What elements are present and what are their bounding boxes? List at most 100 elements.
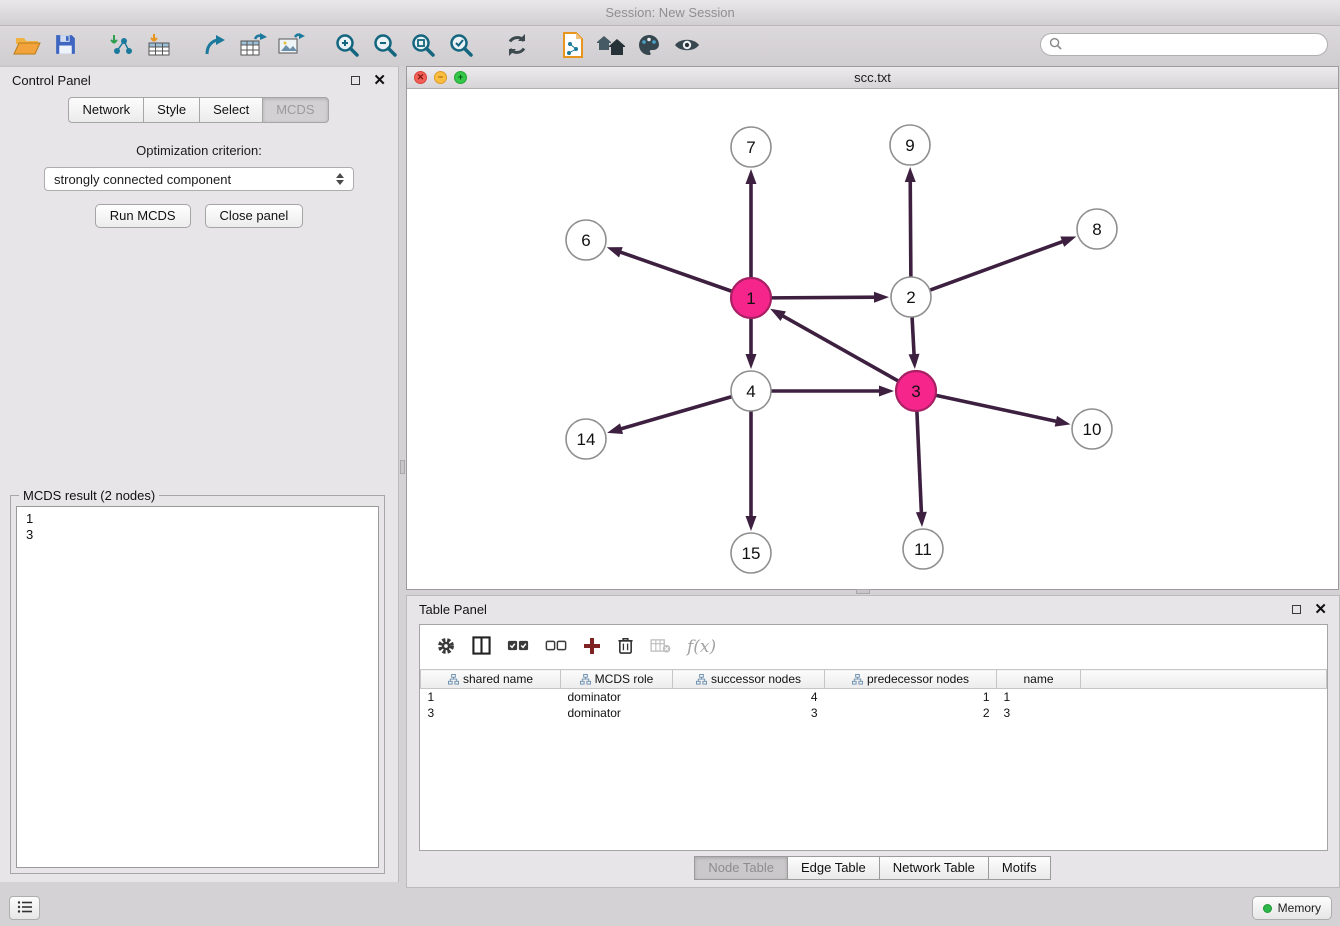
graph-node-label: 10	[1083, 420, 1102, 439]
export-table-button[interactable]	[234, 29, 272, 63]
zoom-window-icon[interactable]: +	[454, 71, 467, 84]
graph-edge-2-8[interactable]	[930, 241, 1065, 290]
function-builder-button[interactable]: f(x)	[687, 637, 716, 657]
table-panel-tabs: Node Table Edge Table Network Table Moti…	[407, 856, 1339, 880]
graph-arrowhead	[879, 386, 894, 397]
cell-name[interactable]: 1	[997, 689, 1081, 705]
close-panel-icon[interactable]: ✕	[373, 73, 386, 88]
delete-column-button[interactable]	[617, 636, 634, 658]
home-button[interactable]	[592, 29, 630, 63]
graph-edge-1-6[interactable]	[618, 251, 732, 291]
mcds-result-box: 1 3	[16, 506, 379, 868]
zoom-out-button[interactable]	[366, 29, 404, 63]
session-network-button[interactable]	[554, 29, 592, 63]
zoom-out-icon	[372, 32, 398, 61]
zoom-fit-button[interactable]	[404, 29, 442, 63]
graph-edge-4-14[interactable]	[619, 397, 732, 430]
delete-table-icon	[650, 638, 671, 656]
import-network-button[interactable]	[102, 29, 140, 63]
graph-node-label: 6	[581, 231, 590, 250]
zoom-selected-button[interactable]	[442, 29, 480, 63]
session-network-icon	[561, 32, 585, 61]
minimize-window-icon[interactable]: −	[434, 71, 447, 84]
cell-successor-nodes[interactable]: 3	[673, 705, 825, 721]
memory-button[interactable]: Memory	[1252, 896, 1332, 920]
style-paint-button[interactable]	[630, 29, 668, 63]
save-icon	[53, 32, 78, 60]
tab-network-table[interactable]: Network Table	[879, 856, 989, 880]
cell-shared-name[interactable]: 1	[421, 689, 561, 705]
graph-edge-3-1[interactable]	[781, 315, 899, 381]
table-header-row: shared name MCDS role successor nodes pr…	[421, 670, 1327, 689]
close-panel-button[interactable]: Close panel	[205, 204, 304, 228]
graph-node-label: 2	[906, 288, 915, 307]
tab-select[interactable]: Select	[199, 97, 263, 123]
vertical-splitter-handle[interactable]	[400, 460, 405, 474]
column-header-successor-nodes[interactable]: successor nodes	[673, 670, 825, 689]
tab-style[interactable]: Style	[143, 97, 200, 123]
select-all-button[interactable]	[507, 638, 529, 656]
cell-predecessor-nodes[interactable]: 1	[825, 689, 997, 705]
show-panels-button[interactable]	[9, 896, 40, 920]
network-window-titlebar: ✕ − + scc.txt	[407, 67, 1338, 89]
graph-edge-3-10[interactable]	[936, 395, 1059, 422]
tab-node-table[interactable]: Node Table	[694, 856, 788, 880]
table-row[interactable]: 1 dominator 4 1 1	[421, 689, 1327, 705]
delete-table-button[interactable]	[650, 638, 671, 656]
close-window-icon[interactable]: ✕	[414, 71, 427, 84]
table-settings-button[interactable]	[436, 636, 456, 659]
mcds-result-line: 1	[26, 511, 369, 527]
import-table-button[interactable]	[140, 29, 178, 63]
cell-successor-nodes[interactable]: 4	[673, 689, 825, 705]
export-network-button[interactable]	[196, 29, 234, 63]
cell-mcds-role[interactable]: dominator	[561, 705, 673, 721]
gear-icon	[436, 636, 456, 659]
graph-edge-2-9[interactable]	[910, 179, 911, 277]
show-hide-button[interactable]	[668, 29, 706, 63]
column-tree-icon	[580, 674, 591, 685]
search-field[interactable]	[1040, 33, 1328, 56]
network-canvas[interactable]: 7968124314101511	[407, 89, 1338, 589]
float-panel-icon[interactable]	[351, 76, 360, 85]
column-header-predecessor-nodes[interactable]: predecessor nodes	[825, 670, 997, 689]
cell-predecessor-nodes[interactable]: 2	[825, 705, 997, 721]
graph-edge-2-3[interactable]	[912, 317, 914, 357]
float-table-panel-icon[interactable]	[1292, 605, 1301, 614]
create-column-button[interactable]	[583, 637, 601, 658]
run-mcds-button[interactable]: Run MCDS	[95, 204, 191, 228]
column-header-shared-name[interactable]: shared name	[421, 670, 561, 689]
zoom-in-button[interactable]	[328, 29, 366, 63]
network-window-title: scc.txt	[854, 70, 891, 85]
tab-mcds[interactable]: MCDS	[262, 97, 328, 123]
show-columns-button[interactable]	[472, 636, 491, 658]
search-input[interactable]	[1067, 38, 1319, 52]
tab-network[interactable]: Network	[68, 97, 144, 123]
tab-edge-table[interactable]: Edge Table	[787, 856, 880, 880]
node-table-container: f(x) shared name MCDS role successor nod…	[419, 624, 1328, 851]
refresh-button[interactable]	[498, 29, 536, 63]
cell-mcds-role[interactable]: dominator	[561, 689, 673, 705]
export-image-button[interactable]	[272, 29, 310, 63]
optimization-dropdown[interactable]: strongly connected component	[44, 167, 354, 191]
graph-arrowhead	[905, 167, 916, 182]
memory-status-icon	[1263, 904, 1272, 913]
horizontal-splitter-handle[interactable]	[856, 589, 870, 594]
tab-motifs[interactable]: Motifs	[988, 856, 1051, 880]
column-header-mcds-role[interactable]: MCDS role	[561, 670, 673, 689]
graph-edge-3-11[interactable]	[917, 411, 922, 515]
table-panel-title: Table Panel	[419, 602, 487, 617]
export-network-icon	[202, 33, 228, 60]
table-row[interactable]: 3 dominator 3 2 3	[421, 705, 1327, 721]
column-header-name[interactable]: name	[997, 670, 1081, 689]
graph-arrowhead	[607, 423, 623, 434]
cell-name[interactable]: 3	[997, 705, 1081, 721]
deselect-all-button[interactable]	[545, 638, 567, 656]
cell-shared-name[interactable]: 3	[421, 705, 561, 721]
save-session-button[interactable]	[46, 29, 84, 63]
open-folder-icon	[13, 33, 41, 60]
open-session-button[interactable]	[8, 29, 46, 63]
fx-icon: f(x)	[687, 637, 716, 657]
graph-arrowhead	[909, 354, 920, 369]
close-table-panel-icon[interactable]: ✕	[1314, 602, 1327, 617]
graph-edge-1-2[interactable]	[771, 297, 877, 298]
